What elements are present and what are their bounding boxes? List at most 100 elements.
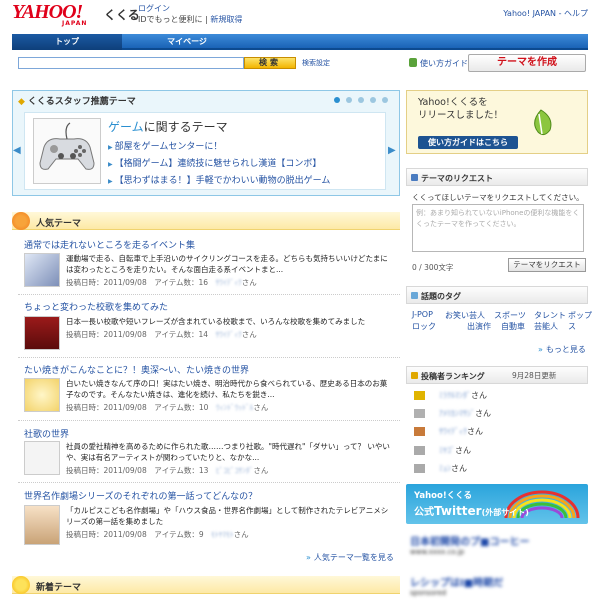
popular-themes-title: 人気テーマ [36,219,82,229]
guide-button[interactable]: 使い方ガイドはこちら [418,136,518,149]
request-icon [411,174,418,181]
theme-title[interactable]: 通常では走れないところを走るイベント集 [24,238,195,251]
register-link[interactable]: 新規取得 [210,15,242,24]
login-link[interactable]: ログイン [138,3,170,14]
ranking-updated: 9月28日更新 [512,371,557,380]
staff-theme-link[interactable]: 【思わずはまる！】手軽でかわいい動物の脱出ゲーム [108,173,331,186]
ranking-row[interactable]: ﾐﾗｸﾙﾏﾝﾀﾞさん [414,390,487,401]
theme-thumbnail[interactable] [24,316,60,350]
ranking-title: 投稿者ランキング [421,372,485,381]
ranking-row[interactable]: ｻﾜｲﾃﾞｨｸさん [414,426,483,437]
carousel-dot-3[interactable] [358,97,364,103]
divider [18,294,400,295]
request-submit-button[interactable]: テーマをリクエスト [508,258,586,272]
ranking-header: 投稿者ランキング [406,366,588,384]
staff-theme-title: くくるスタッフ推薦テーマ [18,94,136,107]
crown-icon [414,464,425,473]
divider [18,482,400,483]
service-name[interactable]: くくる [104,6,140,23]
theme-description: 運動場で走る、自転車で上手沿いのサイクリングコースを走る。どちらも気持ちいいけど… [66,254,388,274]
search-button[interactable]: 検索 [244,57,296,69]
tag-link[interactable]: ポップ [568,310,592,321]
theme-description: 「カルピスこども名作劇場」や「ハウス食品・世界名作劇場」として制作されたテレビア… [66,506,389,526]
guide-icon [409,58,417,67]
main-nav: トップ マイページ [12,34,588,50]
theme-description: 社員の愛社精神を高めるために作られた歌……つまり社歌。"時代遅れ"「ダサい」って… [66,442,390,462]
yahoo-logo[interactable]: YAHOO! JAPAN [12,2,98,28]
carousel-dot-5[interactable] [382,97,388,103]
request-textarea[interactable]: 例：あまり知られていないiPhoneの便利な機能をくくったテーマを作ってください… [412,204,584,252]
theme-title[interactable]: ちょっと変わった校歌を集めてみた [24,300,168,313]
theme-title[interactable]: 社歌の世界 [24,427,69,440]
search-settings-link[interactable]: 検索設定 [302,58,330,68]
leaf-icon [534,109,552,136]
login-desc: IDでもっと便利に [138,15,203,24]
new-themes-header: 新着テーマ [12,576,400,594]
sun-icon [12,576,30,594]
ranking-row[interactable]: ｱﾒﾘｶﾝﾏｻｼﾞさん [414,408,491,419]
theme-thumbnail[interactable] [24,378,60,412]
trophy-icon [411,372,418,379]
staff-theme-link[interactable]: 【格闘ゲーム】連続技に魅せられし漢道【コンボ】 [108,156,322,169]
theme-thumbnail[interactable] [24,441,60,475]
header-right-links[interactable]: Yahoo! JAPAN - ヘルプ [503,8,588,19]
divider: | [205,15,208,24]
ad-title[interactable]: レシップはI■時期だ [410,574,503,589]
silver-crown-icon [414,409,425,418]
theme-thumbnail[interactable] [24,253,60,287]
author-link[interactable]: ｻﾜｲﾃﾞｨｸ [216,330,242,339]
carousel-prev-icon[interactable]: ◀ [13,145,21,156]
request-title: テーマのリクエスト [421,174,493,183]
staff-theme-link[interactable]: 部屋をゲームセンターに！ [108,139,223,152]
theme-meta: 投稿日時：2011/09/08 アイテム数：10 ｳｨﾝﾄﾞｳｯﾄﾞﾙさん [66,403,269,412]
tag-link[interactable]: J-POP [412,310,433,319]
carousel-dot-2[interactable] [346,97,352,103]
tag-link[interactable]: 芸能人 [534,321,558,332]
carousel-next-icon[interactable]: ▶ [388,145,396,156]
theme-meta: 投稿日時：2011/09/08 アイテム数：14 ｻﾜｲﾃﾞｨｸさん [66,330,257,339]
search-input[interactable] [18,57,244,69]
tag-link[interactable]: ロック [412,321,436,332]
ranking-row[interactable]: ﾐﾔｺﾞさん [414,445,471,456]
tab-top[interactable]: トップ [12,34,122,50]
tag-link[interactable]: ス [568,321,576,332]
more-popular-link[interactable]: 人気テーマ一覧を見る [306,552,394,563]
new-themes-title: 新着テーマ [36,583,82,593]
create-theme-button[interactable]: テーマを作成 [468,54,586,72]
popular-themes-header: 人気テーマ [12,212,400,230]
heading-keyword[interactable]: ゲーム [108,120,144,134]
author-link[interactable]: ﾋﾟｺﾋﾟｺｻﾝﾀﾞ [216,466,254,475]
game-controller-image[interactable] [33,118,101,184]
logo-text: YAHOO! [12,1,83,23]
tags-more-link[interactable]: もっと見る [538,344,586,355]
theme-title[interactable]: 世界名作劇場シリーズのそれぞれの第一話ってどんなの？ [24,489,257,502]
crown-icon [414,446,425,455]
tag-link[interactable]: お笑い芸人 [445,310,485,321]
ad-title[interactable]: 日本初開発のプ■コーヒー [410,533,529,548]
author-link[interactable]: ｻﾜｲﾃﾞｨｸ [216,278,242,287]
author-link[interactable]: ﾓﾄﾔﾏﾓﾄ [211,530,234,539]
theme-title[interactable]: たい焼きがこんなことに？！奥深〜い、たい焼きの世界 [24,363,249,376]
twitter-line1: Yahoo!くくる [414,491,473,501]
bronze-crown-icon [414,427,425,436]
login-desc-row: IDでもっと便利に | 新規取得 [138,14,242,25]
howto-guide-link[interactable]: 使い方ガイド [420,58,468,69]
author-link[interactable]: ｳｨﾝﾄﾞｳｯﾄﾞﾙ [216,403,254,412]
divider [18,420,400,421]
theme-meta: 投稿日時：2011/09/08 アイテム数：9 ﾓﾄﾔﾏﾓﾄさん [66,530,249,539]
theme-thumbnail[interactable] [24,505,60,545]
tag-link[interactable]: 自動車 [501,321,525,332]
tag-link[interactable]: 出演作 [467,321,491,332]
carousel-dot-4[interactable] [370,97,376,103]
theme-meta: 投稿日時：2011/09/08 アイテム数：13 ﾋﾟｺﾋﾟｺｻﾝﾀﾞさん [66,466,269,475]
gold-crown-icon [414,391,425,400]
twitter-line2: 公式Twitter(外部サイト) [414,504,529,518]
carousel-dot-1[interactable] [334,97,340,103]
ad-sub: www.xxxx.co.jp [410,548,465,556]
request-header: テーマのリクエスト [406,168,588,186]
tag-link[interactable]: スポーツ [494,310,526,321]
tab-mypage[interactable]: マイページ [152,34,222,50]
tag-link[interactable]: タレント [534,310,566,321]
ranking-row[interactable]: ﾐｮﾝさん [414,463,467,474]
fire-icon [12,212,30,230]
